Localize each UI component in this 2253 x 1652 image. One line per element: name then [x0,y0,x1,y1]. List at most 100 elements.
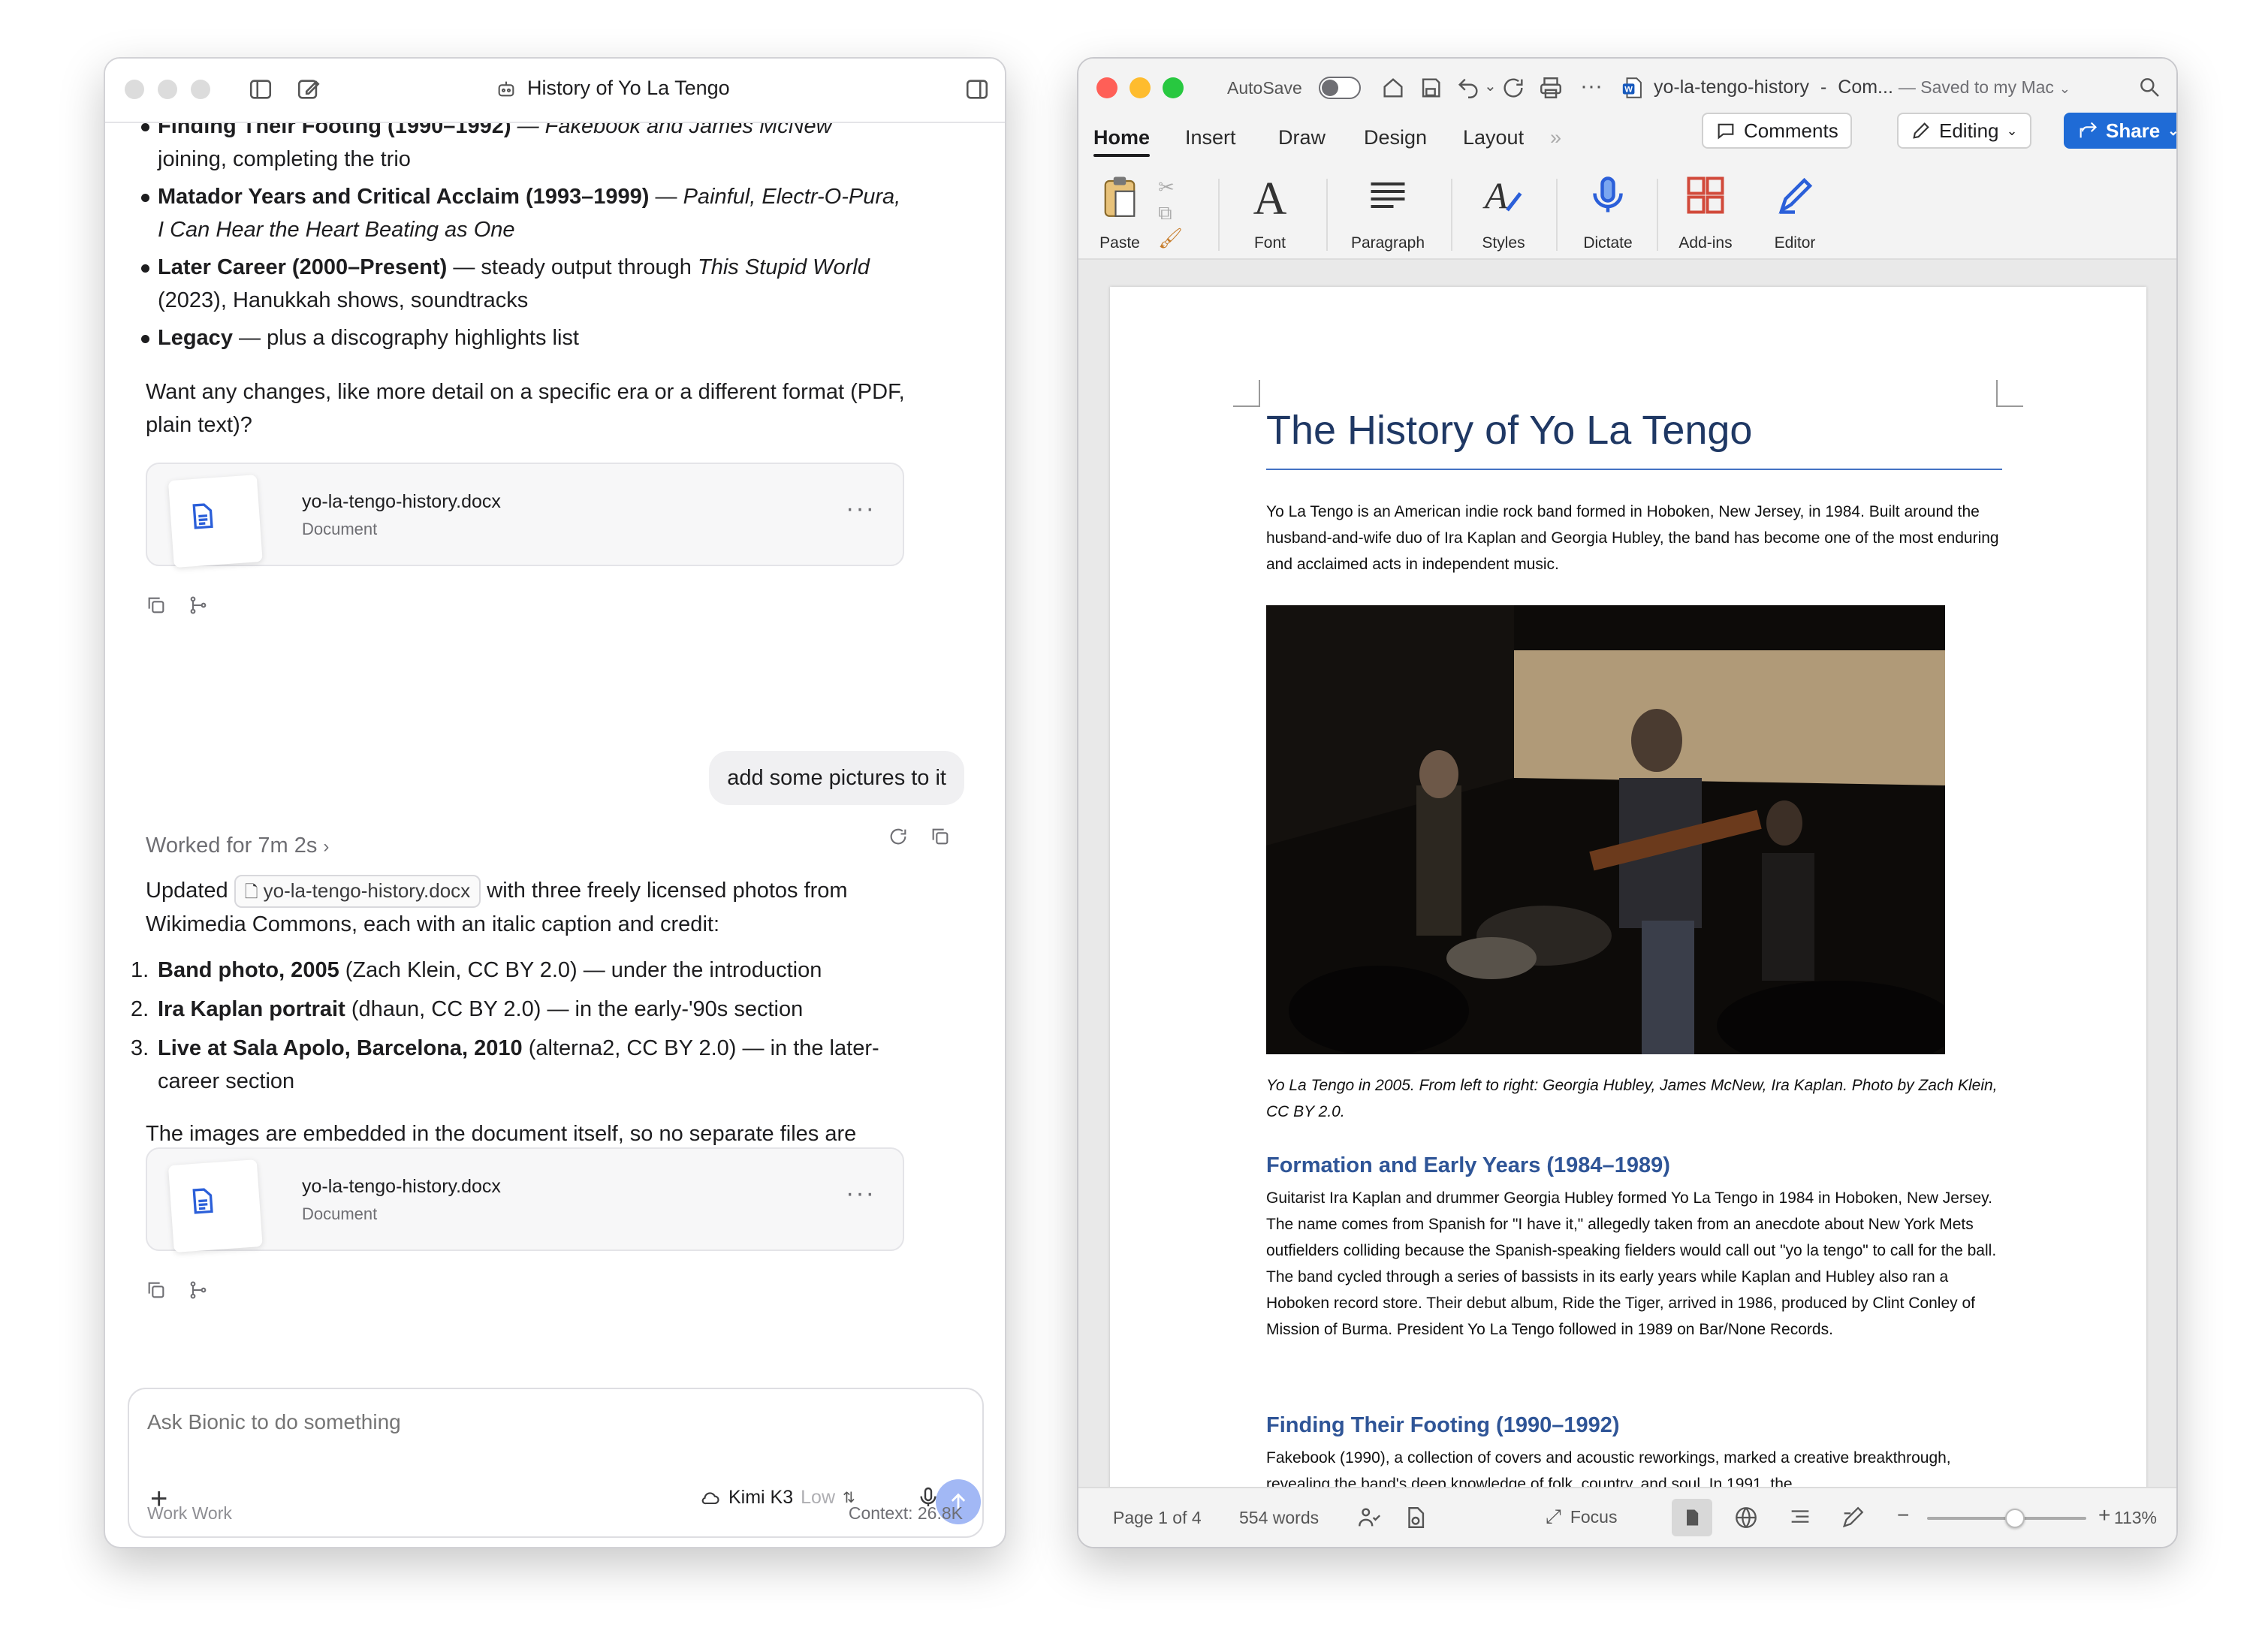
sidebar-toggle-icon[interactable] [248,77,273,102]
branch-icon[interactable] [188,1280,209,1301]
message-input[interactable] [147,1406,958,1439]
paragraph-button[interactable]: Paragraph [1335,173,1440,255]
copy-icon[interactable] [146,595,167,616]
tab-layout[interactable]: Layout [1463,126,1524,149]
font-button[interactable]: A Font [1229,173,1311,255]
right-panel-toggle-icon[interactable] [964,77,990,102]
worked-for-toggle[interactable]: Worked for 7m 2s › [146,829,446,864]
copy-icon[interactable] [146,1280,167,1301]
print-layout-icon [1687,1509,1699,1526]
autosave-toggle[interactable] [1319,77,1361,99]
print-icon[interactable] [1538,75,1564,101]
paste-label: Paste [1099,234,1140,252]
minimize-window-button[interactable] [158,80,177,99]
chevron-down-icon: ⌄ [2006,122,2018,138]
doc-title: The History of Yo La Tengo [1266,408,1753,453]
microphone-icon [1593,176,1623,213]
dictate-button[interactable]: Dictate [1567,173,1649,255]
proofing-icon[interactable] [1403,1505,1428,1530]
accessibility-icon[interactable] [1356,1505,1382,1530]
word-count[interactable]: 554 words [1239,1508,1319,1528]
format-painter-icon[interactable]: 🖌 [1158,225,1183,251]
bullet-bold: Later Career (2000–Present) [158,255,448,279]
editor-label: Editor [1774,234,1816,252]
close-window-button[interactable] [1096,77,1117,98]
document-icon [192,1188,213,1214]
file-chip[interactable]: 🗋 yo-la-tengo-history.docx [234,875,481,908]
zoom-out-button[interactable]: − [1897,1503,1909,1527]
editing-mode-button[interactable]: Editing ⌄ [1897,113,2031,149]
redo-icon[interactable] [1500,75,1526,101]
model-selector[interactable]: Kimi K3 Low ⇅ [700,1487,855,1509]
editor-pen-icon [1778,177,1813,215]
search-icon[interactable] [2137,75,2161,99]
cut-icon[interactable]: ✂ [1158,174,1183,200]
web-layout-icon[interactable] [1733,1505,1759,1530]
zoom-window-button[interactable] [191,80,210,99]
new-chat-icon[interactable] [296,77,321,102]
outline-view-icon[interactable] [1787,1505,1813,1530]
zoom-level[interactable]: 113% [2114,1508,2157,1528]
file-chip-label: yo-la-tengo-history.docx [263,879,471,902]
print-layout-button[interactable] [1672,1499,1712,1536]
draft-view-icon[interactable] [1840,1505,1865,1530]
section-paragraph: Guitarist Ira Kaplan and drummer Georgia… [1266,1189,1997,1338]
document-title[interactable]: yo-la-tengo-history - Com... — Saved to … [1654,77,2071,98]
document-canvas[interactable]: The History of Yo La Tengo Yo La Tengo i… [1078,260,2176,1490]
file-card[interactable]: yo-la-tengo-history.docx Document ··· [146,1147,904,1253]
branch-icon[interactable] [188,595,209,616]
document-page[interactable]: The History of Yo La Tengo Yo La Tengo i… [1110,287,2146,1490]
tab-home[interactable]: Home [1093,126,1151,157]
undo-icon[interactable] [1455,75,1481,101]
zoom-slider[interactable] [1927,1509,2086,1528]
ribbon-separator [1326,179,1328,251]
minimize-window-button[interactable] [1130,77,1151,98]
word-window: AutoSave ⌄ ··· W yo-la-tengo-history - C… [1077,57,2178,1548]
updated-prefix: Updated [146,879,228,903]
page-count[interactable]: Page 1 of 4 [1113,1508,1202,1528]
file-card[interactable]: yo-la-tengo-history.docx Document ··· [146,463,904,568]
document-icon [192,503,213,529]
tab-insert[interactable]: Insert [1185,126,1236,149]
message-actions [146,595,209,620]
more-options-icon[interactable]: ··· [846,494,876,523]
share-button[interactable]: Share ⌄ [2064,113,2178,149]
chat-window: History of Yo La Tengo Finding Their Foo… [104,57,1006,1548]
band-photo[interactable] [1266,605,1945,1054]
chat-title: History of Yo La Tengo [496,77,730,100]
editor-button[interactable]: Editor [1757,173,1832,255]
addins-grid-icon [1687,176,1724,214]
more-tabs-icon[interactable]: » [1550,126,1561,149]
close-window-button[interactable] [125,80,144,99]
more-toolbar-icon[interactable]: ··· [1580,74,1603,99]
more-options-icon[interactable]: ··· [846,1179,876,1208]
file-type: Document [302,520,378,538]
comments-button[interactable]: Comments [1702,113,1852,149]
tab-design[interactable]: Design [1364,126,1427,149]
save-icon[interactable] [1418,75,1443,101]
tab-draw[interactable]: Draw [1278,126,1326,149]
list-bold: Live at Sala Apolo, Barcelona, 2010 [158,1036,523,1060]
retry-icon[interactable] [888,826,909,847]
user-message: add some pictures to it [709,751,964,805]
home-icon[interactable] [1380,75,1406,101]
bullet-legacy: Legacy — plus a discography highlights l… [141,321,991,354]
addins-button[interactable]: Add-ins [1664,173,1747,255]
paste-button[interactable]: Paste [1086,173,1154,255]
focus-expand-icon: ⤢ [1546,1505,1561,1527]
section-heading: Formation and Early Years (1984–1989) [1266,1153,1670,1177]
doc-intro: Yo La Tengo is an American indie rock ba… [1266,503,1999,573]
zoom-window-button[interactable] [1163,77,1184,98]
list-item: 1. Band photo, 2005 (Zach Klein, CC BY 2.… [131,954,991,987]
vertical-scrollbar[interactable] [2161,260,2176,1490]
undo-dropdown-icon[interactable]: ⌄ [1484,77,1497,95]
copy-icon[interactable]: ⧉ [1158,200,1183,225]
focus-button[interactable]: ⤢ Focus [1546,1505,1617,1529]
bullet-bold: Finding Their Footing (1990–1992) [158,123,511,138]
styles-button[interactable]: A Styles [1460,173,1547,255]
bullet-rest: — [649,185,683,209]
copy-icon[interactable] [930,826,951,847]
chevron-down-icon: ⌄ [2167,122,2178,138]
zoom-slider-thumb[interactable] [2004,1509,2025,1528]
zoom-in-button[interactable]: + [2098,1503,2110,1527]
